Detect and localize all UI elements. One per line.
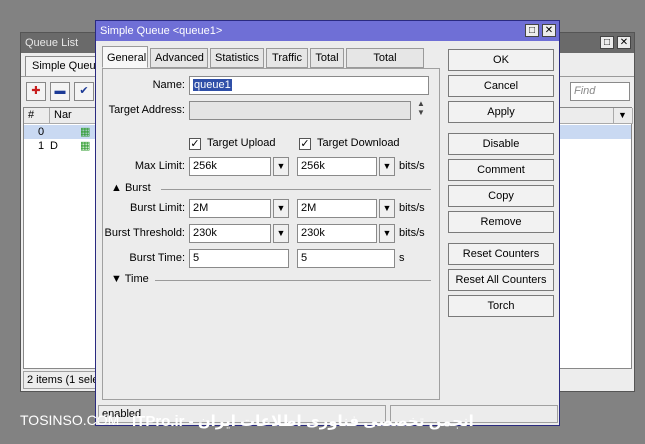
tab-total-statistics[interactable]: Total Statistics (346, 48, 424, 83)
burst-time-unit: s (399, 252, 405, 264)
target-download-checkbox[interactable]: ✓ (299, 138, 311, 150)
row-number: 0 (38, 126, 45, 138)
target-upload-label: Target Upload (207, 137, 276, 149)
max-limit-unit: bits/s (399, 160, 425, 172)
burst-limit-unit: bits/s (399, 202, 425, 214)
comment-button[interactable]: Comment (448, 159, 554, 181)
burst-limit-upload-field[interactable]: 2M (189, 199, 271, 218)
torch-button[interactable]: Torch (448, 295, 554, 317)
updown-arrow-icon[interactable]: ▲ ▼ (414, 99, 428, 119)
time-section-toggle[interactable]: ▼ Time (111, 273, 149, 285)
expand-triangle-icon: ▼ (111, 273, 122, 285)
tab-traffic[interactable]: Traffic (266, 48, 308, 68)
burst-section-divider (161, 189, 431, 190)
close-icon[interactable]: ✕ (617, 36, 631, 49)
max-limit-upload-dropdown-icon[interactable]: ▼ (273, 157, 289, 176)
name-label: Name: (152, 79, 185, 91)
queue-icon: ▦ (80, 126, 91, 138)
max-limit-download-field[interactable]: 256k (297, 157, 377, 176)
burst-limit-label: Burst Limit: (129, 202, 185, 214)
row-flag: D (50, 140, 58, 152)
general-panel: Name: queue1 Target Address: ▲ ▼ ✓ Target… (102, 68, 440, 400)
cancel-button[interactable]: Cancel (448, 75, 554, 97)
reset-all-counters-button[interactable]: Reset All Counters (448, 269, 554, 291)
remove-button[interactable]: Remove (448, 211, 554, 233)
burst-threshold-download-dropdown-icon[interactable]: ▼ (379, 224, 395, 243)
target-upload-checkbox[interactable]: ✓ (189, 138, 201, 150)
column-dropdown-icon[interactable]: ▼ (613, 108, 633, 124)
queue-list-title: Queue List (25, 37, 79, 49)
grid-header-num[interactable]: # (24, 108, 50, 124)
tab-advanced[interactable]: Advanced (150, 48, 208, 68)
collapse-triangle-icon: ▲ (111, 182, 122, 194)
burst-limit-download-dropdown-icon[interactable]: ▼ (379, 199, 395, 218)
burst-threshold-unit: bits/s (399, 227, 425, 239)
tab-statistics[interactable]: Statistics (210, 48, 264, 68)
simple-queue-dialog: Simple Queue <queue1> □ ✕ General Advanc… (95, 20, 560, 426)
time-section-divider (155, 280, 431, 281)
burst-section-toggle[interactable]: ▲ Burst (111, 182, 151, 194)
target-address-field[interactable] (189, 101, 411, 120)
dialog-title: Simple Queue <queue1> (100, 25, 223, 37)
close-icon[interactable]: ✕ (542, 24, 556, 37)
max-limit-download-dropdown-icon[interactable]: ▼ (379, 157, 395, 176)
burst-section-label: Burst (124, 182, 151, 194)
disable-button[interactable]: Disable (448, 133, 554, 155)
ok-button[interactable]: OK (448, 49, 554, 71)
burst-time-label: Burst Time: (129, 252, 185, 264)
burst-limit-download-field[interactable]: 2M (297, 199, 377, 218)
reset-counters-button[interactable]: Reset Counters (448, 243, 554, 265)
maximize-icon[interactable]: □ (525, 24, 539, 37)
max-limit-label: Max Limit: (134, 160, 185, 172)
tab-general[interactable]: General (102, 46, 148, 68)
target-download-label: Target Download (317, 137, 400, 149)
name-field[interactable]: queue1 (189, 76, 429, 95)
maximize-icon[interactable]: □ (600, 36, 614, 49)
burst-threshold-download-field[interactable]: 230k (297, 224, 377, 243)
burst-limit-upload-dropdown-icon[interactable]: ▼ (273, 199, 289, 218)
add-icon[interactable]: ✚ (26, 82, 46, 101)
apply-button[interactable]: Apply (448, 101, 554, 123)
copy-button[interactable]: Copy (448, 185, 554, 207)
tab-total[interactable]: Total (310, 48, 344, 68)
grid-header-name[interactable]: Nar (50, 108, 96, 124)
remove-icon[interactable]: ▬ (50, 82, 70, 101)
burst-threshold-label: Burst Threshold: (104, 227, 185, 239)
max-limit-upload-field[interactable]: 256k (189, 157, 271, 176)
watermark-tagline: ITPro.ir - انجمن تخصصی فناوری اطلاعات ای… (132, 413, 474, 430)
burst-time-download-field[interactable]: 5 (297, 249, 395, 268)
burst-threshold-upload-dropdown-icon[interactable]: ▼ (273, 224, 289, 243)
burst-time-upload-field[interactable]: 5 (189, 249, 289, 268)
dialog-title-bar[interactable]: Simple Queue <queue1> □ ✕ (96, 21, 559, 41)
row-number: 1 (38, 140, 45, 152)
enable-check-icon[interactable]: ✔ (74, 82, 94, 101)
burst-threshold-upload-field[interactable]: 230k (189, 224, 271, 243)
time-section-label: Time (124, 273, 149, 285)
watermark-site: TOSINSO.COM (20, 412, 120, 428)
find-input[interactable]: Find (570, 82, 630, 101)
name-value: queue1 (193, 79, 232, 91)
target-address-label: Target Address: (108, 104, 185, 116)
queue-icon: ▦ (80, 140, 91, 152)
